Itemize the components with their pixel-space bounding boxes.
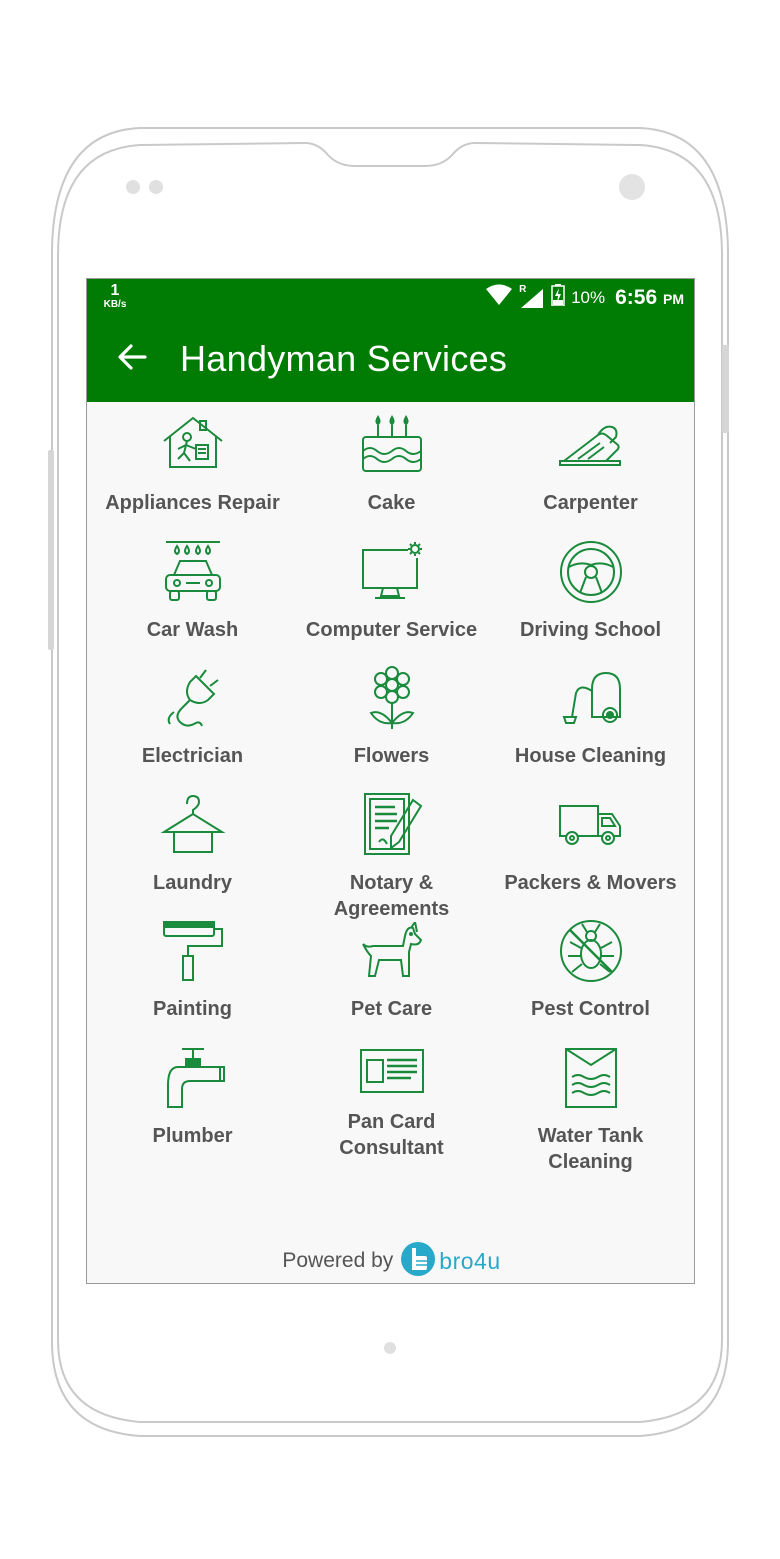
- appliance-repair-icon: [153, 412, 233, 478]
- thumbs-up-icon: [401, 1241, 436, 1281]
- clock: 6:56 PM: [615, 286, 684, 310]
- steering-wheel-icon: [551, 539, 631, 605]
- category-house-cleaning[interactable]: House Cleaning: [491, 655, 690, 782]
- wifi-icon: [485, 284, 513, 311]
- paint-roller-icon: [153, 918, 233, 984]
- back-button[interactable]: [111, 338, 153, 380]
- speed-unit: KB/s: [103, 299, 127, 310]
- document-pen-icon: [352, 792, 432, 858]
- signal-icon: R: [519, 283, 545, 309]
- category-label: Packers & Movers: [504, 871, 677, 894]
- category-label: Driving School: [519, 618, 662, 641]
- category-carpenter[interactable]: Carpenter: [491, 402, 690, 529]
- flower-icon: [352, 665, 432, 731]
- car-wash-icon: [153, 539, 233, 605]
- page-title: Handyman Services: [180, 338, 508, 379]
- water-tank-icon: [551, 1045, 631, 1111]
- powered-by-text: Powered by: [282, 1249, 394, 1272]
- category-label: Painting: [153, 998, 232, 1020]
- app-screen: 1 KB/s R 10% 6:56 PM Handyman Services A…: [86, 278, 695, 1284]
- roaming-indicator: R: [519, 283, 527, 295]
- faucet-icon: [153, 1045, 233, 1111]
- category-label: Water Tank Cleaning: [537, 1124, 644, 1173]
- delivery-van-icon: [551, 792, 631, 858]
- id-card-icon: [352, 1045, 432, 1098]
- category-grid: Appliances Repair Cake Carpenter Car Was…: [93, 402, 690, 1173]
- app-bar: Handyman Services: [87, 316, 694, 402]
- powered-by-footer: Powered by bro4u: [87, 1241, 694, 1281]
- status-bar: 1 KB/s R 10% 6:56 PM: [87, 279, 694, 316]
- battery-charging-icon: [551, 284, 565, 311]
- category-label: Laundry: [153, 871, 232, 894]
- category-packers-movers[interactable]: Packers & Movers: [491, 782, 690, 909]
- cake-icon: [352, 412, 432, 478]
- category-laundry[interactable]: Laundry: [93, 782, 292, 909]
- computer-monitor-icon: [352, 539, 432, 605]
- clock-ampm: PM: [663, 290, 684, 307]
- category-label: Flowers: [353, 745, 430, 767]
- category-label: Electrician: [141, 745, 244, 767]
- brand-logo[interactable]: bro4u: [401, 1241, 501, 1281]
- clock-time: 6:56: [615, 285, 658, 309]
- category-appliances-repair[interactable]: Appliances Repair: [93, 402, 292, 529]
- speed-value: 1: [110, 282, 120, 299]
- dog-icon: [352, 918, 432, 984]
- category-pan-card-consultant[interactable]: Pan Card Consultant: [292, 1035, 491, 1162]
- category-label: Computer Service: [305, 618, 478, 641]
- arrow-left-icon: [117, 343, 147, 375]
- category-electrician[interactable]: Electrician: [93, 655, 292, 782]
- category-computer-service[interactable]: Computer Service: [292, 529, 491, 656]
- category-water-tank-cleaning[interactable]: Water Tank Cleaning: [491, 1035, 690, 1173]
- network-speed: 1 KB/s: [100, 283, 130, 310]
- category-label: Plumber: [152, 1124, 233, 1147]
- category-plumber[interactable]: Plumber: [93, 1035, 292, 1162]
- category-label: Pest Control: [531, 998, 650, 1020]
- category-label: Car Wash: [146, 618, 239, 641]
- no-bug-icon: [551, 918, 631, 984]
- category-label: Carpenter: [543, 492, 638, 514]
- electric-plug-icon: [153, 665, 233, 731]
- category-label: Pet Care: [350, 998, 433, 1020]
- category-label: Cake: [367, 492, 416, 514]
- vacuum-cleaner-icon: [551, 665, 631, 731]
- category-flowers[interactable]: Flowers: [292, 655, 491, 782]
- hanger-icon: [153, 792, 233, 858]
- category-label: House Cleaning: [514, 745, 667, 767]
- battery-level: 10%: [571, 287, 606, 307]
- category-pet-care[interactable]: Pet Care: [292, 908, 491, 1035]
- category-label: Pan Card Consultant: [339, 1111, 444, 1159]
- category-pest-control[interactable]: Pest Control: [491, 908, 690, 1035]
- category-painting[interactable]: Painting: [93, 908, 292, 1035]
- category-car-wash[interactable]: Car Wash: [93, 529, 292, 656]
- category-label: Appliances Repair: [105, 492, 280, 514]
- category-notary-agreements[interactable]: Notary & Agreements: [292, 782, 491, 920]
- brand-name: bro4u: [439, 1247, 501, 1274]
- carpenter-plane-icon: [551, 412, 631, 478]
- category-driving-school[interactable]: Driving School: [491, 529, 690, 656]
- category-cake[interactable]: Cake: [292, 402, 491, 529]
